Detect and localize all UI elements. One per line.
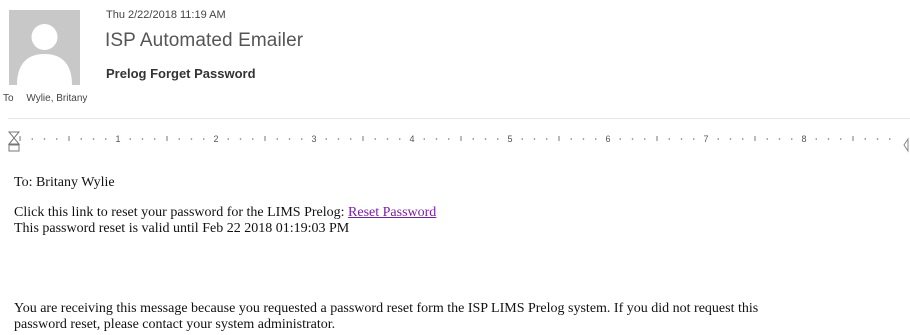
ruler-tick-dot <box>300 138 303 140</box>
ruler-tick-dot <box>251 138 254 140</box>
ruler-tick-dot <box>496 138 499 140</box>
ruler-tick-dot <box>141 138 144 140</box>
ruler-tick-dot <box>741 138 744 140</box>
ruler-tick-dot <box>668 138 671 140</box>
ruler-tick-dot <box>570 138 573 140</box>
reset-password-link[interactable]: Reset Password <box>348 205 436 220</box>
ruler-tick-dot <box>43 138 46 140</box>
ruler-number-1: 1 <box>115 134 120 144</box>
email-subject: Prelog Forget Password <box>106 66 256 81</box>
ruler-tick-dot <box>729 138 732 140</box>
ruler-number-5: 5 <box>507 134 512 144</box>
reset-validity-line: This password reset is valid until Feb 2… <box>14 221 350 236</box>
ruler-tick-dot <box>386 138 389 140</box>
ruler-tick-dot <box>374 138 377 140</box>
ruler-tick-dot <box>582 138 585 140</box>
ruler-number-2: 2 <box>213 134 218 144</box>
ruler-tick-dot <box>778 138 781 140</box>
ruler-tick-dot <box>864 138 867 140</box>
reset-instruction-text: Click this link to reset your password f… <box>14 205 345 220</box>
email-date: Thu 2/22/2018 11:19 AM <box>106 9 226 21</box>
ruler-tick-dot <box>839 138 842 140</box>
reset-instruction-line: Click this link to reset your password f… <box>14 205 436 221</box>
ruler-number-6: 6 <box>605 134 610 144</box>
ruler-tick-dot <box>239 138 242 140</box>
footer-line-1: You are receiving this message because y… <box>14 301 759 316</box>
header-divider <box>8 118 910 119</box>
greeting-line: To: Britany Wylie <box>14 175 115 190</box>
ruler-number-7: 7 <box>703 134 708 144</box>
ruler-tick-dot <box>521 138 524 140</box>
ruler-tick-dot <box>325 138 328 140</box>
ruler-tick-dot <box>276 138 279 140</box>
ruler-tick-dot <box>129 138 132 140</box>
ruler-tick-dot <box>190 138 193 140</box>
document-ruler: 1 2 3 4 5 6 7 8 <box>7 131 909 153</box>
ruler-tick-dot <box>827 138 830 140</box>
ruler-number-3: 3 <box>311 134 316 144</box>
ruler-tick-dot <box>790 138 793 140</box>
ruler-tick-dot <box>619 138 622 140</box>
ruler-tick-dot <box>533 138 536 140</box>
ruler-tick-dot <box>692 138 695 140</box>
ruler-tick-dot <box>227 138 230 140</box>
ruler-tick-dot <box>766 138 769 140</box>
ruler-tick-dot <box>104 138 107 140</box>
sender-name[interactable]: ISP Automated Emailer <box>105 30 303 52</box>
ruler-tick-dot <box>92 138 95 140</box>
recipient-line: To Wylie, Britany <box>3 93 87 104</box>
ruler-tick-dot <box>288 138 291 140</box>
ruler-tick-dot <box>876 138 879 140</box>
ruler-tick-dot <box>815 138 818 140</box>
ruler-tick-dot <box>484 138 487 140</box>
ruler-tick-dot <box>398 138 401 140</box>
ruler-tick-dot <box>594 138 597 140</box>
ruler-tick-dot <box>435 138 438 140</box>
right-margin-marker-icon[interactable] <box>903 137 909 153</box>
ruler-tick-dot <box>717 138 720 140</box>
ruler-tick-dot <box>55 138 58 140</box>
ruler-tick-dot <box>349 138 352 140</box>
to-label: To <box>3 93 14 104</box>
ruler-tick-dot <box>472 138 475 140</box>
ruler-tick-dot <box>178 138 181 140</box>
ruler-number-4: 4 <box>409 134 414 144</box>
ruler-tick-dot <box>337 138 340 140</box>
person-silhouette-icon <box>17 24 72 85</box>
ruler-number-8: 8 <box>801 134 806 144</box>
ruler-tick-dot <box>447 138 450 140</box>
ruler-tick-dot <box>31 138 34 140</box>
indent-marker-icon[interactable] <box>7 131 21 152</box>
ruler-tick-dot <box>423 138 426 140</box>
footer-line-2: password reset, please contact your syst… <box>14 317 336 332</box>
recipient-name[interactable]: Wylie, Britany <box>26 93 87 104</box>
ruler-tick-dot <box>643 138 646 140</box>
ruler-tick-dot <box>153 138 156 140</box>
sender-avatar[interactable] <box>9 10 80 85</box>
ruler-tick-dot <box>888 138 891 140</box>
ruler-tick-dot <box>545 138 548 140</box>
ruler-tick-dot <box>80 138 83 140</box>
ruler-tick-dot <box>680 138 683 140</box>
ruler-tick-dot <box>202 138 205 140</box>
ruler-tick-dot <box>631 138 634 140</box>
